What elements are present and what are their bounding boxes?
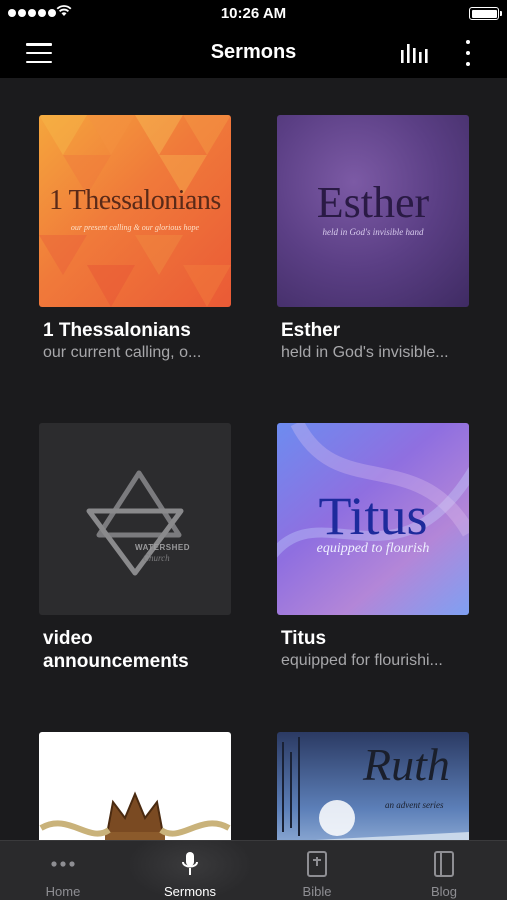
series-subtitle: held in God's invisible... [281,344,449,361]
audio-bars-icon[interactable] [398,40,430,66]
tab-blog[interactable]: Blog [381,841,507,900]
series-subtitle: our current calling, o... [43,344,202,361]
artwork-tagline: our present calling & our glorious hope [70,223,200,232]
artwork-title: Ruth [363,739,450,790]
artwork-title: Titus [318,486,428,546]
series-artwork: WATERSHED Church [39,423,231,615]
tab-home[interactable]: Home [0,841,126,900]
tab-label: Blog [430,884,458,899]
tab-bar: Home Sermons Bible Blog [0,840,507,900]
status-bar: 10:26 AM [0,0,507,28]
series-card-crown[interactable] [39,732,231,840]
watershed-logo-icon [86,470,184,576]
series-card-ruth[interactable]: Ruth an advent series [277,732,469,840]
series-title: video announcements [43,628,189,672]
artwork-tagline: an advent series [385,800,444,810]
microphone-icon [182,852,198,875]
app-bar: Sermons [0,28,507,78]
series-artwork: Esther held in God's invisible hand [277,115,469,307]
artwork-tagline: Church [143,553,170,563]
page-title: Sermons [210,41,297,63]
more-options-icon[interactable] [458,38,478,68]
status-time: 10:26 AM [220,5,287,22]
series-artwork: Titus equipped to flourish [277,423,469,615]
tab-label: Sermons [163,884,217,899]
tab-bible[interactable]: Bible [254,841,380,900]
series-title: Titus [281,628,327,649]
tab-label: Home [45,884,81,899]
ellipsis-icon [51,861,75,867]
bible-icon [307,851,327,877]
artwork-title: Esther [316,178,430,227]
series-subtitle: equipped for flourishi... [281,652,443,669]
series-title: 1 Thessalonians [43,320,191,341]
series-card-video-announcements[interactable]: WATERSHED Church video announcements [39,423,231,673]
tab-label: Bible [302,884,332,899]
series-card-1-thessalonians[interactable]: 1 Thessalonians our present calling & ou… [39,115,231,364]
series-artwork: Ruth an advent series [277,732,469,840]
artwork-tagline: held in God's invisible hand [322,227,424,237]
series-title: Esther [281,320,341,341]
series-artwork: 1 Thessalonians our present calling & ou… [39,115,231,307]
artwork-title: 1 Thessalonians [49,185,221,216]
tab-sermons[interactable]: Sermons [127,841,253,900]
blog-icon [434,851,454,877]
series-card-esther[interactable]: Esther held in God's invisible hand Esth… [277,115,469,364]
series-artwork [39,732,231,840]
sermon-series-grid: 1 Thessalonians our present calling & ou… [0,78,507,840]
artwork-tagline: equipped to flourish [316,541,430,556]
artwork-title: WATERSHED [135,543,191,552]
crown-icon [39,791,231,840]
series-card-titus[interactable]: Titus equipped to flourish Titus equippe… [277,423,469,672]
battery-icon [469,7,502,20]
